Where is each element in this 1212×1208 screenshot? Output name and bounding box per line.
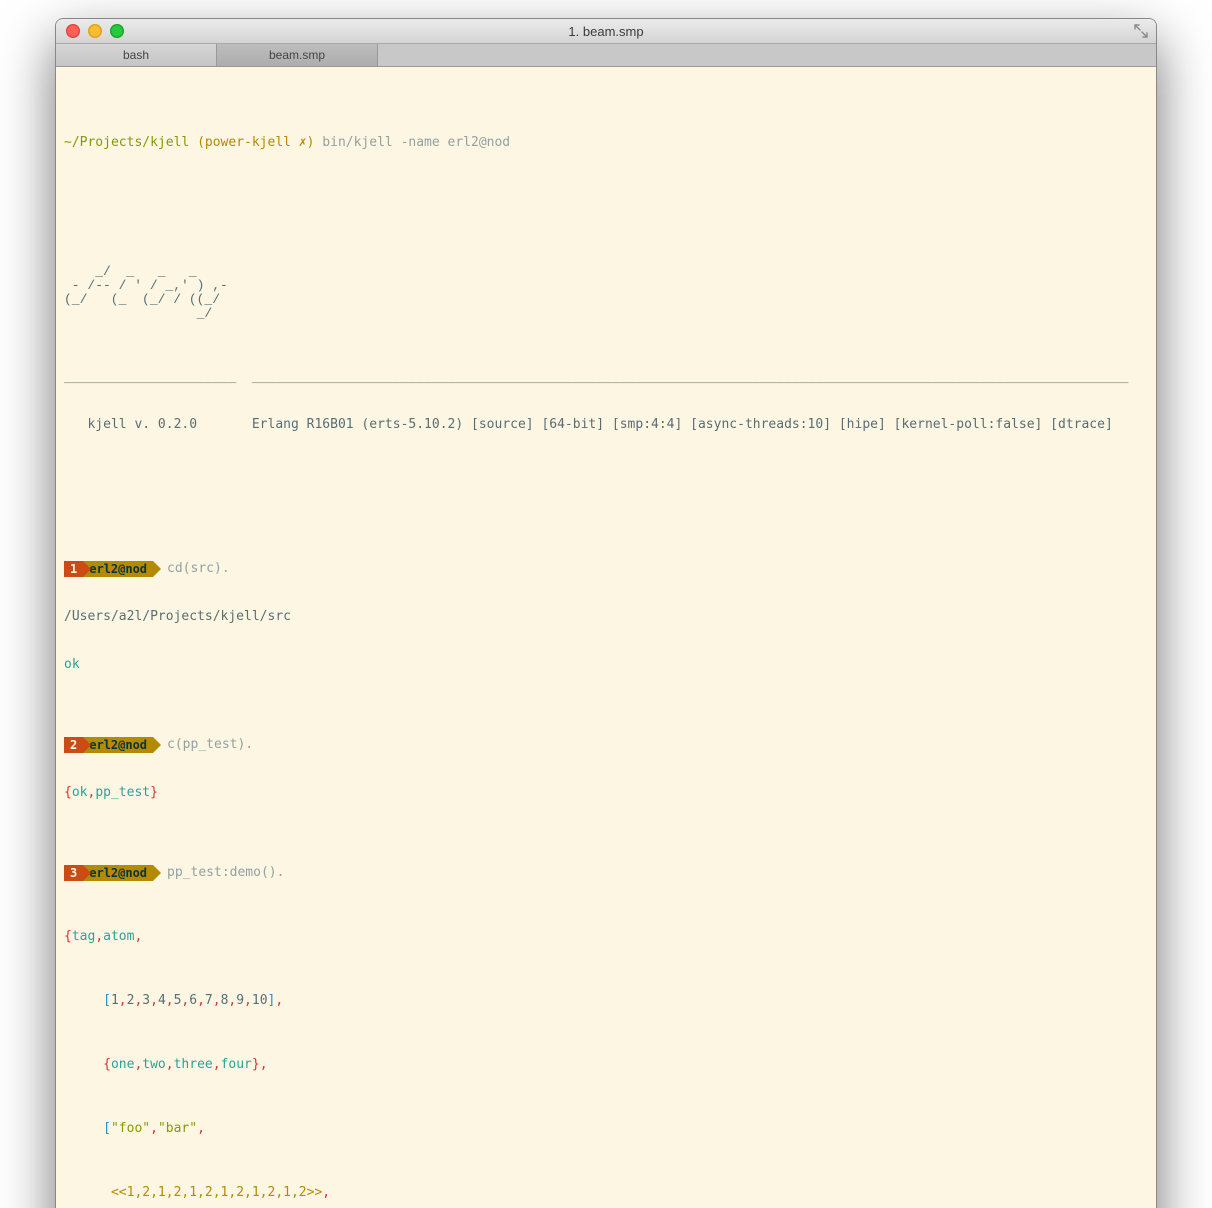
titlebar: 1. beam.smp: [56, 19, 1156, 44]
tab-label: bash: [123, 48, 149, 62]
output-path: /Users/a2l/Projects/kjell/src: [64, 609, 1148, 625]
chevron-right-icon: [153, 561, 161, 577]
output-compile: {ok,pp_test}: [64, 785, 1148, 801]
prompt-number: 1: [64, 561, 83, 577]
app-version: kjell v. 0.2.0: [87, 417, 197, 432]
repl-prompt-1: 1 erl2@nod cd(src).: [64, 561, 1148, 577]
repl-command: cd(src).: [167, 561, 230, 577]
tab-label: beam.smp: [269, 48, 325, 62]
terminal-window: 1. beam.smp bash beam.smp ~/Projects/kje…: [55, 18, 1157, 1208]
node-name: erl2@nod: [83, 865, 153, 881]
output-binary: <<1,2,1,2,1,2,1,2,1,2,1,2>>,: [64, 1185, 1148, 1201]
output-strlist: ["foo","bar",: [64, 1121, 1148, 1137]
tab-bash[interactable]: bash: [56, 44, 217, 66]
git-branch: [189, 135, 197, 150]
shell-prompt: ~/Projects/kjell (power-kjell ✗) bin/kje…: [64, 135, 1148, 151]
repl-command: pp_test:demo().: [167, 865, 284, 881]
prompt-number: 2: [64, 737, 83, 753]
output-ok: ok: [64, 657, 1148, 673]
fullscreen-icon[interactable]: [1134, 24, 1148, 38]
output-list: [1,2,3,4,5,6,7,8,9,10],: [64, 993, 1148, 1009]
zoom-icon[interactable]: [110, 24, 124, 38]
shell-command: bin/kjell -name erl2@nod: [322, 135, 510, 150]
chevron-right-icon: [153, 865, 161, 881]
tab-bar: bash beam.smp: [56, 44, 1156, 67]
terminal-body[interactable]: ~/Projects/kjell (power-kjell ✗) bin/kje…: [56, 67, 1156, 1208]
banner-info: kjell v. 0.2.0 Erlang R16B01 (erts-5.10.…: [64, 417, 1148, 433]
minimize-icon[interactable]: [88, 24, 102, 38]
cwd: ~/Projects/kjell: [64, 135, 189, 150]
repl-command: c(pp_test).: [167, 737, 253, 753]
banner-ascii: _/ _ _ _ - /-- / ' / _,' ) ,- (_/ (_ (_/…: [64, 265, 1148, 321]
chevron-right-icon: [83, 865, 91, 881]
node-name: erl2@nod: [83, 561, 153, 577]
banner-divider: ______________________ _________________…: [64, 369, 1148, 385]
output-tuple: {one,two,three,four},: [64, 1057, 1148, 1073]
prompt-number: 3: [64, 865, 83, 881]
output-term: {tag,atom,: [64, 929, 1148, 945]
system-info: Erlang R16B01 (erts-5.10.2) [source] [64…: [252, 417, 1113, 432]
repl-prompt-2: 2 erl2@nod c(pp_test).: [64, 737, 1148, 753]
chevron-right-icon: [153, 737, 161, 753]
chevron-right-icon: [83, 737, 91, 753]
chevron-right-icon: [83, 561, 91, 577]
close-icon[interactable]: [66, 24, 80, 38]
window-title: 1. beam.smp: [56, 24, 1156, 39]
tab-beam[interactable]: beam.smp: [217, 44, 378, 66]
node-name: erl2@nod: [83, 737, 153, 753]
repl-prompt-3: 3 erl2@nod pp_test:demo().: [64, 865, 1148, 881]
